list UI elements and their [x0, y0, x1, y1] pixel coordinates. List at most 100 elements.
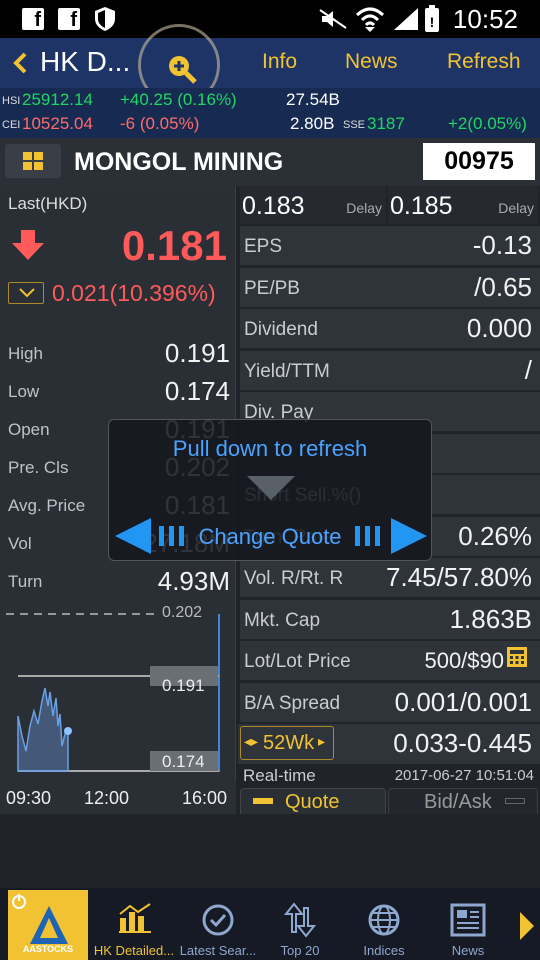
- tab-indicator-icon: [505, 798, 525, 804]
- wifi-icon: [355, 7, 385, 32]
- mute-icon: [319, 9, 347, 29]
- cei-label: CEI: [2, 119, 21, 131]
- svg-text:!: !: [430, 14, 435, 30]
- index-ticker[interactable]: HSI 25912.14 +40.25 (0.16%) 27.54B CEI 1…: [0, 88, 540, 138]
- facebook-notification-icon: f: [58, 8, 80, 31]
- detail-row-label: EPS: [244, 236, 283, 257]
- detail-row: Dividend 0.000: [240, 309, 540, 349]
- detail-row-value: 0.000: [466, 313, 532, 343]
- quote-row-value: 4.93M: [157, 566, 230, 596]
- tab-quote[interactable]: Quote: [240, 788, 386, 814]
- nav-latest-search[interactable]: Latest Sear...: [178, 888, 258, 960]
- week52-row: ◂▸ 52Wk ▸ 0.033-0.445: [238, 724, 540, 764]
- last-price: 0.181: [121, 222, 227, 269]
- last-price-label: Last(HKD): [8, 194, 88, 213]
- nav-next-arrow-icon[interactable]: [518, 910, 536, 942]
- price-series: [17, 687, 69, 772]
- clock-check-icon: [202, 904, 234, 936]
- sse-label: SSE: [343, 119, 366, 131]
- realtime-label: Real-time: [243, 766, 316, 785]
- detail-row-label: Vol. R/Rt. R: [244, 568, 344, 589]
- detail-row: Vol. R/Rt. R 7.45/57.80%: [240, 558, 540, 598]
- left-right-arrow-icon: ◂▸: [244, 733, 259, 749]
- signal-icon: [394, 8, 418, 30]
- status-bar: f f ! 10:52: [0, 0, 540, 38]
- hsi-label: HSI: [2, 95, 21, 107]
- week52-label: 52Wk: [263, 732, 315, 754]
- time-end: 16:00: [182, 788, 228, 808]
- quote-row-label: Turn: [8, 572, 43, 591]
- tab-bid-ask-label: Bid/Ask: [424, 791, 492, 813]
- up-down-arrows-icon: [284, 902, 316, 938]
- week52-range: 0.033-0.445: [393, 728, 532, 758]
- chart-low: 0.174: [162, 752, 205, 771]
- magnifier-icon: [169, 56, 197, 84]
- nav-hk-detailed[interactable]: HK Detailed...: [90, 888, 178, 960]
- detail-row-label: Lot/Lot Price: [244, 651, 351, 672]
- sse-value: 3187: [367, 114, 405, 133]
- chart-high: 0.191: [162, 676, 205, 695]
- news-tab[interactable]: News: [345, 50, 398, 74]
- tab-bid-ask[interactable]: Bid/Ask: [388, 788, 538, 814]
- time-mid: 12:00: [84, 788, 130, 808]
- detail-row: Lot/Lot Price 500/$90: [240, 641, 540, 681]
- cei-turnover: 2.80B: [290, 114, 335, 133]
- detail-row-value: 1.863B: [449, 603, 532, 634]
- expand-button[interactable]: [8, 282, 44, 304]
- calculator-icon[interactable]: [506, 646, 528, 668]
- quote-row-label: Avg. Price: [8, 496, 86, 515]
- tab-quote-label: Quote: [285, 791, 340, 813]
- detail-row-label: Dividend: [244, 319, 318, 340]
- detail-row-label: Mkt. Cap: [244, 609, 321, 631]
- nav-label: News: [451, 943, 485, 958]
- down-arrow-icon: [12, 230, 44, 260]
- facebook-notification-icon: f: [22, 8, 44, 31]
- detail-row-value: 7.45/57.80%: [385, 562, 532, 592]
- quote-row-value: 0.174: [164, 376, 230, 406]
- menu-grid-button[interactable]: [5, 144, 61, 178]
- grid-icon: [23, 152, 43, 170]
- nav-top-20[interactable]: Top 20: [260, 888, 340, 960]
- refresh-button[interactable]: Refresh: [447, 50, 521, 74]
- back-button[interactable]: HK D...: [8, 38, 138, 88]
- detail-row: PE/PB/0.65: [240, 267, 540, 308]
- detail-row-label: PE/PB: [244, 277, 300, 299]
- aastocks-logo-button[interactable]: AASTOCKS: [8, 890, 88, 960]
- chart-prev-close: 0.202: [160, 604, 205, 622]
- detail-row-label: Yield/TTM: [244, 360, 330, 382]
- stock-name: MONGOL MINING: [74, 148, 284, 176]
- chevron-down-icon: [19, 288, 35, 298]
- nav-label: Top 20: [280, 943, 320, 958]
- cei-value: 10525.04: [22, 114, 93, 133]
- detail-row-value: /: [524, 354, 532, 385]
- detail-row: B/A Spread 0.001/0.001: [240, 682, 540, 723]
- nav-indices[interactable]: Indices: [344, 888, 424, 960]
- nav-label: Latest Sear...: [179, 943, 257, 958]
- aastocks-logo-text: AASTOCKS: [22, 944, 74, 954]
- week52-arrow-icon: ▸: [318, 733, 326, 749]
- week52-button[interactable]: ◂▸ 52Wk ▸: [240, 726, 334, 760]
- quote-row-label: High: [8, 344, 43, 363]
- detail-row-value: /0.65: [474, 271, 532, 302]
- info-tab[interactable]: Info: [262, 50, 297, 74]
- nav-label: Indices: [363, 943, 405, 958]
- chevron-left-icon: [13, 52, 27, 74]
- detail-row-value: 0.001/0.001: [394, 686, 532, 717]
- down-triangle-icon: [247, 476, 295, 500]
- status-time: 10:52: [452, 4, 518, 34]
- globe-icon: [368, 904, 400, 936]
- sse-change: +2(0.05%): [448, 114, 527, 133]
- ask-delay: Delay: [498, 200, 534, 216]
- nav-news[interactable]: News: [428, 888, 508, 960]
- bar-chart-icon: [119, 903, 151, 933]
- quote-row-label: Vol: [8, 534, 32, 553]
- cei-change: -6 (0.05%): [120, 114, 200, 133]
- quote-row-value: 0.191: [164, 338, 230, 368]
- stock-code-input[interactable]: 00975: [423, 143, 535, 180]
- hsi-value: 25912.14: [22, 90, 93, 109]
- bid-delay: Delay: [346, 200, 382, 216]
- aastocks-logo-icon: [30, 906, 68, 944]
- price-change: 0.021(10.396%): [52, 280, 216, 306]
- nav-label: HK Detailed...: [93, 943, 175, 958]
- shield-icon: [95, 7, 115, 31]
